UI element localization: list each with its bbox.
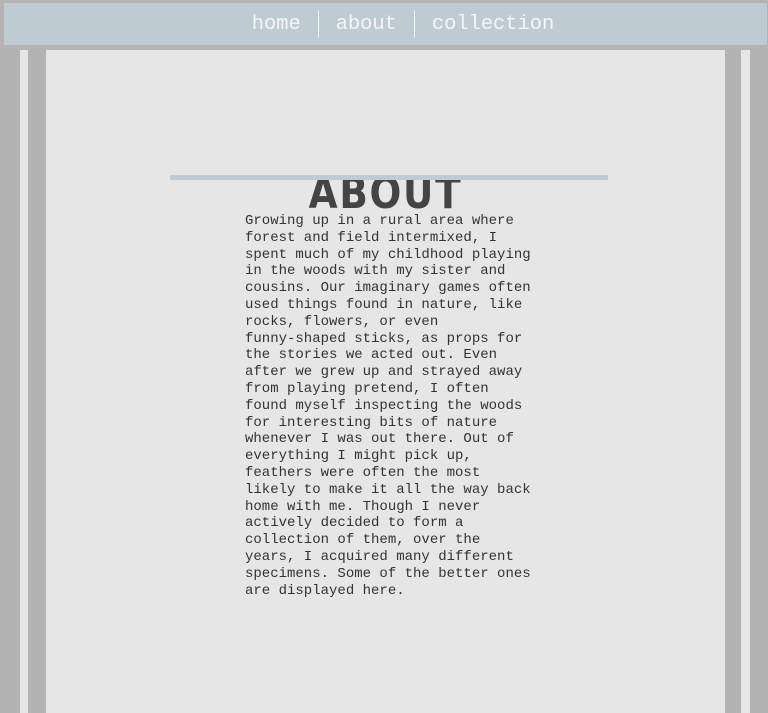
paragraph-line: years, I acquired many different [245,548,514,565]
paragraph-line: forest and field intermixed, I [245,229,498,246]
paragraph-line: after we grew up and strayed away [245,364,523,381]
paragraph-line: Growing up in a rural area where [245,213,514,229]
about-paragraph: Growing up in a rural area where forest a… [245,213,531,599]
nav-link-home[interactable]: home [252,13,301,36]
paragraph-line: for interesting bits of nature [245,414,498,431]
paragraph-line: from playing pretend, I often [245,380,489,397]
paragraph-line: rocks, flowers, or even [245,313,439,330]
paragraph-line: used things found in nature, like [245,296,523,313]
paragraph-line: everything I might pick up, [245,448,472,465]
paragraph-line: actively decided to form a [245,515,464,532]
nav-link-collection[interactable]: collection [432,13,554,36]
paragraph-line: in the woods with my sister and [245,263,506,280]
paragraph-line: funny-shaped sticks, as props for [245,330,523,347]
paragraph-line: whenever I was out there. Out of [245,431,514,448]
nav-link-about[interactable]: about [336,13,397,36]
paragraph-line: likely to make it all the way back [245,481,531,498]
paragraph-line: are displayed here. [245,582,405,599]
paragraph-line: found myself inspecting the woods [245,397,523,414]
paragraph-line: collection of them, over the [245,532,481,549]
nav-separator [317,11,319,37]
paragraph-line: feathers were often the most [245,464,481,481]
content-panel: ABOUT Growing up in a rural area where fo… [46,50,725,713]
title-underline [170,175,608,180]
nav-separator [413,11,415,37]
paragraph-line: home with me. Though I never [245,498,481,515]
left-border-stripe [20,50,28,713]
paragraph-line: cousins. Our imaginary games often [245,280,531,297]
paragraph-line: specimens. Some of the better ones [245,565,531,582]
paragraph-line: spent much of my childhood playing [245,246,531,263]
nav-links: home about collection [252,11,554,37]
top-nav: home about collection [4,3,767,45]
right-border-stripe [741,50,750,713]
paragraph-line: the stories we acted out. Even [245,347,498,364]
